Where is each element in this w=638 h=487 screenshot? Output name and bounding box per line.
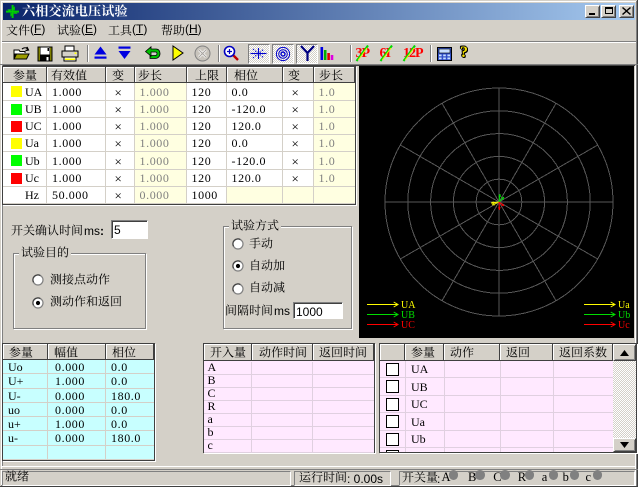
svg-text:UC: UC: [401, 320, 415, 331]
svg-text:Uc: Uc: [618, 320, 630, 331]
